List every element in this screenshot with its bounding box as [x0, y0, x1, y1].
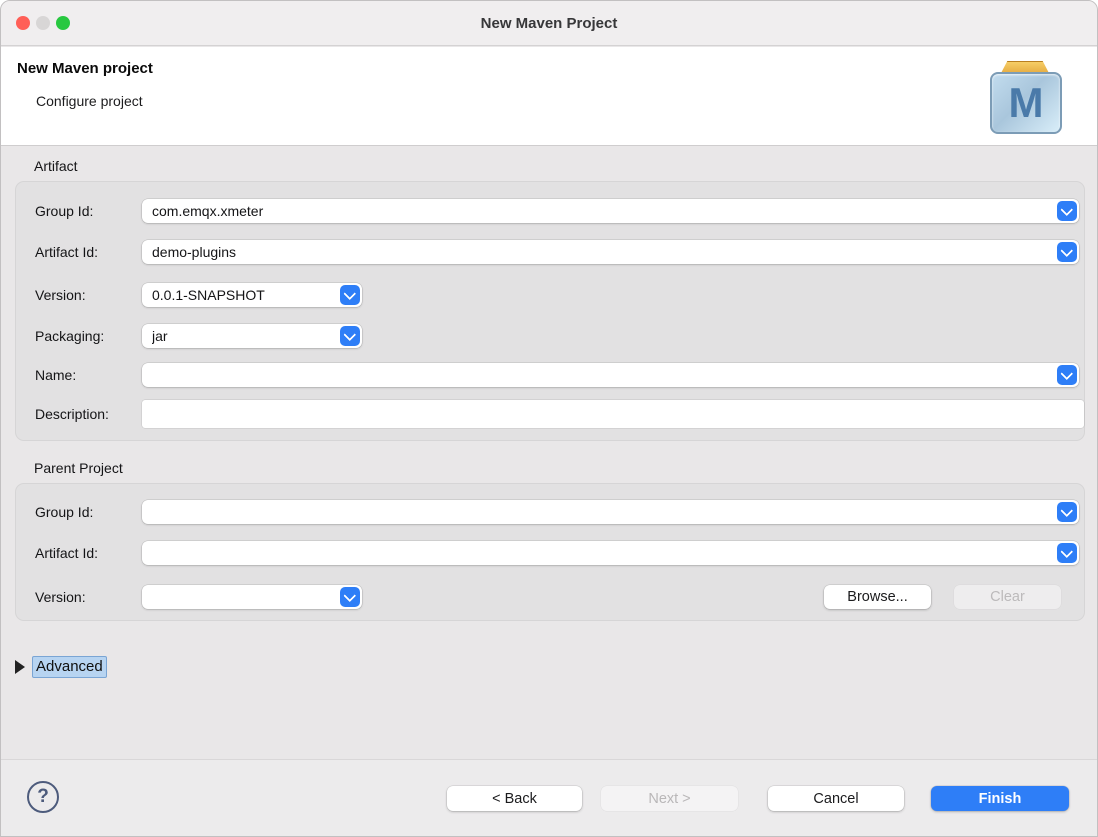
artifact-packaging-input[interactable] [142, 324, 338, 348]
artifact-name-dropdown-icon[interactable] [1057, 365, 1077, 385]
artifact-name-input[interactable] [142, 363, 1055, 387]
artifact-artifact-id-label: Artifact Id: [35, 240, 98, 264]
advanced-disclosure-triangle-icon[interactable] [15, 660, 25, 674]
artifact-group-id-input[interactable] [142, 199, 1055, 223]
artifact-packaging-combo [142, 324, 362, 348]
artifact-artifact-id-combo [142, 240, 1079, 264]
wizard-header: New Maven project Configure project M [1, 47, 1097, 146]
wizard-subtitle: Configure project [36, 93, 143, 109]
parent-version-dropdown-icon[interactable] [340, 587, 360, 607]
artifact-description-field [142, 400, 1084, 428]
artifact-artifact-id-dropdown-icon[interactable] [1057, 242, 1077, 262]
parent-version-label: Version: [35, 585, 86, 609]
parent-group-id-combo [142, 500, 1079, 524]
parent-artifact-id-input[interactable] [142, 541, 1055, 565]
artifact-version-label: Version: [35, 283, 86, 307]
advanced-toggle[interactable]: Advanced [32, 656, 107, 678]
cancel-button[interactable]: Cancel [768, 786, 904, 811]
artifact-group-id-label: Group Id: [35, 199, 93, 223]
artifact-name-label: Name: [35, 363, 76, 387]
window-title: New Maven Project [1, 1, 1097, 46]
artifact-packaging-label: Packaging: [35, 324, 104, 348]
artifact-group-id-combo [142, 199, 1079, 223]
next-button[interactable]: Next > [601, 786, 738, 811]
parent-artifact-id-label: Artifact Id: [35, 541, 98, 565]
artifact-section-title: Artifact [34, 158, 78, 174]
artifact-artifact-id-input[interactable] [142, 240, 1055, 264]
titlebar: New Maven Project [1, 1, 1097, 46]
parent-section-title: Parent Project [34, 460, 123, 476]
parent-artifact-id-dropdown-icon[interactable] [1057, 543, 1077, 563]
clear-button[interactable]: Clear [954, 585, 1061, 609]
parent-groupbox: Group Id: Artifact Id: Version: Browse..… [15, 483, 1085, 621]
artifact-groupbox: Group Id: Artifact Id: Version: Packagin… [15, 181, 1085, 441]
artifact-version-combo [142, 283, 362, 307]
artifact-name-combo [142, 363, 1079, 387]
maven-letter: M [1009, 82, 1044, 124]
artifact-packaging-dropdown-icon[interactable] [340, 326, 360, 346]
parent-group-id-input[interactable] [142, 500, 1055, 524]
finish-button[interactable]: Finish [931, 786, 1069, 811]
help-button[interactable]: ? [27, 781, 59, 813]
parent-version-combo [142, 585, 362, 609]
parent-artifact-id-combo [142, 541, 1079, 565]
artifact-description-label: Description: [35, 402, 109, 426]
parent-version-input[interactable] [142, 585, 338, 609]
wizard-title: New Maven project [17, 60, 153, 77]
new-maven-project-dialog: New Maven Project New Maven project Conf… [0, 0, 1098, 837]
maven-folder-body: M [990, 72, 1062, 134]
artifact-group-id-dropdown-icon[interactable] [1057, 201, 1077, 221]
maven-folder-icon: M [987, 59, 1065, 135]
parent-group-id-label: Group Id: [35, 500, 93, 524]
artifact-version-dropdown-icon[interactable] [340, 285, 360, 305]
back-button[interactable]: < Back [447, 786, 582, 811]
footer-bar: ? < Back Next > Cancel Finish [1, 759, 1097, 837]
artifact-version-input[interactable] [142, 283, 338, 307]
parent-group-id-dropdown-icon[interactable] [1057, 502, 1077, 522]
browse-button[interactable]: Browse... [824, 585, 931, 609]
artifact-description-input[interactable] [142, 400, 1084, 428]
